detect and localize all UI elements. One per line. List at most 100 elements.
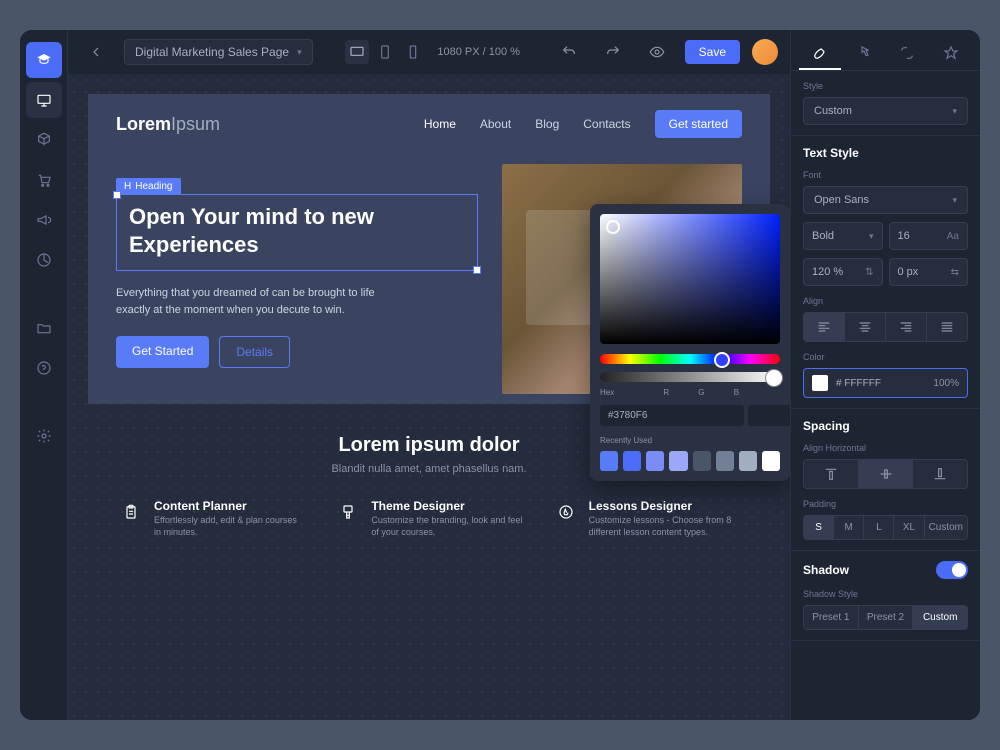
left-rail [20, 30, 68, 720]
save-button[interactable]: Save [685, 40, 740, 64]
brush-icon [335, 499, 361, 525]
nav-home[interactable]: Home [424, 117, 456, 131]
padding-m[interactable]: M [834, 516, 864, 539]
font-size-input[interactable]: 16Aa [889, 222, 969, 250]
shadow-preset1[interactable]: Preset 1 [804, 606, 859, 629]
panel-tabs [791, 30, 980, 71]
font-select[interactable]: Open Sans▾ [803, 186, 968, 214]
color-swatch[interactable] [762, 451, 780, 471]
tab-interactions[interactable] [843, 38, 885, 70]
color-alpha-slider[interactable] [600, 372, 780, 382]
device-tablet[interactable] [373, 40, 397, 64]
desktop-icon[interactable] [26, 82, 62, 118]
text-align-group [803, 312, 968, 342]
tab-layout[interactable] [887, 38, 929, 70]
letter-spacing-input[interactable]: 0 px⇆ [889, 258, 969, 286]
halign-middle[interactable] [859, 460, 914, 488]
shadow-segmented: Preset 1 Preset 2 Custom [803, 605, 968, 630]
clipboard-icon [118, 499, 144, 525]
device-mobile[interactable] [401, 40, 425, 64]
tab-assets[interactable] [930, 38, 972, 70]
properties-panel: Style Custom▾ Text Style Font Open Sans▾… [790, 30, 980, 720]
color-swatch[interactable] [739, 451, 757, 471]
color-hue-slider[interactable] [600, 354, 780, 364]
color-hex-input[interactable] [600, 405, 744, 426]
color-swatch[interactable] [693, 451, 711, 471]
align-right[interactable] [886, 313, 927, 341]
hero-cta-primary[interactable]: Get Started [116, 336, 209, 368]
shadow-preset2[interactable]: Preset 2 [859, 606, 914, 629]
cube-icon[interactable] [26, 122, 62, 158]
style-select[interactable]: Custom▾ [803, 97, 968, 125]
back-button[interactable] [80, 40, 112, 64]
padding-s[interactable]: S [804, 516, 834, 539]
main-area: Digital Marketing Sales Page ▾ 1080 PX /… [68, 30, 790, 720]
megaphone-icon[interactable] [26, 202, 62, 238]
document-name: Digital Marketing Sales Page [135, 45, 289, 59]
cart-icon[interactable] [26, 162, 62, 198]
padding-xl[interactable]: XL [894, 516, 924, 539]
color-swatch[interactable] [646, 451, 664, 471]
preview-button[interactable] [641, 40, 673, 64]
padding-segmented: S M L XL Custom [803, 515, 968, 540]
folder-icon[interactable] [26, 310, 62, 346]
heading-icon: H [124, 181, 131, 192]
edit-icon [553, 499, 579, 525]
device-desktop[interactable] [345, 40, 369, 64]
hero-heading[interactable]: Open Your mind to newExperiences [129, 203, 465, 258]
padding-custom[interactable]: Custom [925, 516, 967, 539]
undo-button[interactable] [553, 40, 585, 64]
canvas[interactable]: LoremIpsum Home About Blog Contacts Get … [68, 74, 790, 720]
user-avatar[interactable] [752, 39, 778, 65]
font-weight-select[interactable]: Bold▾ [803, 222, 883, 250]
nav-cta-button[interactable]: Get started [655, 110, 742, 138]
redo-button[interactable] [597, 40, 629, 64]
color-swatch[interactable] [600, 451, 618, 471]
halign-top[interactable] [804, 460, 859, 488]
feature-item[interactable]: Content PlannerEffortlessly add, edit & … [118, 499, 305, 538]
text-style-heading: Text Style [803, 146, 968, 160]
feature-item[interactable]: Lessons DesignerCustomize lessons - Choo… [553, 499, 740, 538]
hero-cta-secondary[interactable]: Details [219, 336, 290, 368]
help-icon[interactable] [26, 350, 62, 386]
brand-logo[interactable]: LoremIpsum [116, 114, 220, 135]
nav-blog[interactable]: Blog [535, 117, 559, 131]
page-nav: LoremIpsum Home About Blog Contacts Get … [88, 94, 770, 154]
nav-contacts[interactable]: Contacts [583, 117, 630, 131]
device-switcher [345, 40, 425, 64]
color-r-input[interactable] [748, 405, 790, 426]
recent-colors-label: Recently Used [600, 436, 780, 445]
settings-icon[interactable] [26, 418, 62, 454]
align-justify[interactable] [927, 313, 967, 341]
selected-element[interactable]: Open Your mind to newExperiences [116, 194, 478, 271]
shadow-toggle[interactable] [936, 561, 968, 579]
feature-item[interactable]: Theme DesignerCustomize the branding, lo… [335, 499, 522, 538]
recent-swatches [600, 451, 780, 471]
text-color-field[interactable]: # FFFFFF 100% [803, 368, 968, 398]
line-height-icon: ⇅ [865, 267, 873, 278]
align-center[interactable] [845, 313, 886, 341]
hero-subtitle[interactable]: Everything that you dreamed of can be br… [116, 285, 376, 318]
app-logo-icon[interactable] [26, 42, 62, 78]
app-window: Digital Marketing Sales Page ▾ 1080 PX /… [20, 30, 980, 720]
chart-icon[interactable] [26, 242, 62, 278]
color-swatch[interactable] [623, 451, 641, 471]
color-picker-popup: Hex R G B Recently Used [590, 204, 790, 481]
halign-bottom[interactable] [913, 460, 967, 488]
color-swatch[interactable] [716, 451, 734, 471]
spacing-heading: Spacing [803, 419, 968, 433]
selection-tag[interactable]: H Heading [116, 178, 181, 195]
line-height-input[interactable]: 120 %⇅ [803, 258, 883, 286]
nav-about[interactable]: About [480, 117, 511, 131]
shadow-custom[interactable]: Custom [913, 606, 967, 629]
color-chip [812, 375, 828, 391]
color-swatch[interactable] [669, 451, 687, 471]
zoom-indicator[interactable]: 1080 PX / 100 % [437, 46, 520, 58]
document-dropdown[interactable]: Digital Marketing Sales Page ▾ [124, 39, 313, 65]
tab-style[interactable] [799, 38, 841, 70]
align-left[interactable] [804, 313, 845, 341]
shadow-heading: Shadow [803, 563, 849, 577]
topbar: Digital Marketing Sales Page ▾ 1080 PX /… [68, 30, 790, 74]
padding-l[interactable]: L [864, 516, 894, 539]
color-saturation-field[interactable] [600, 214, 780, 344]
